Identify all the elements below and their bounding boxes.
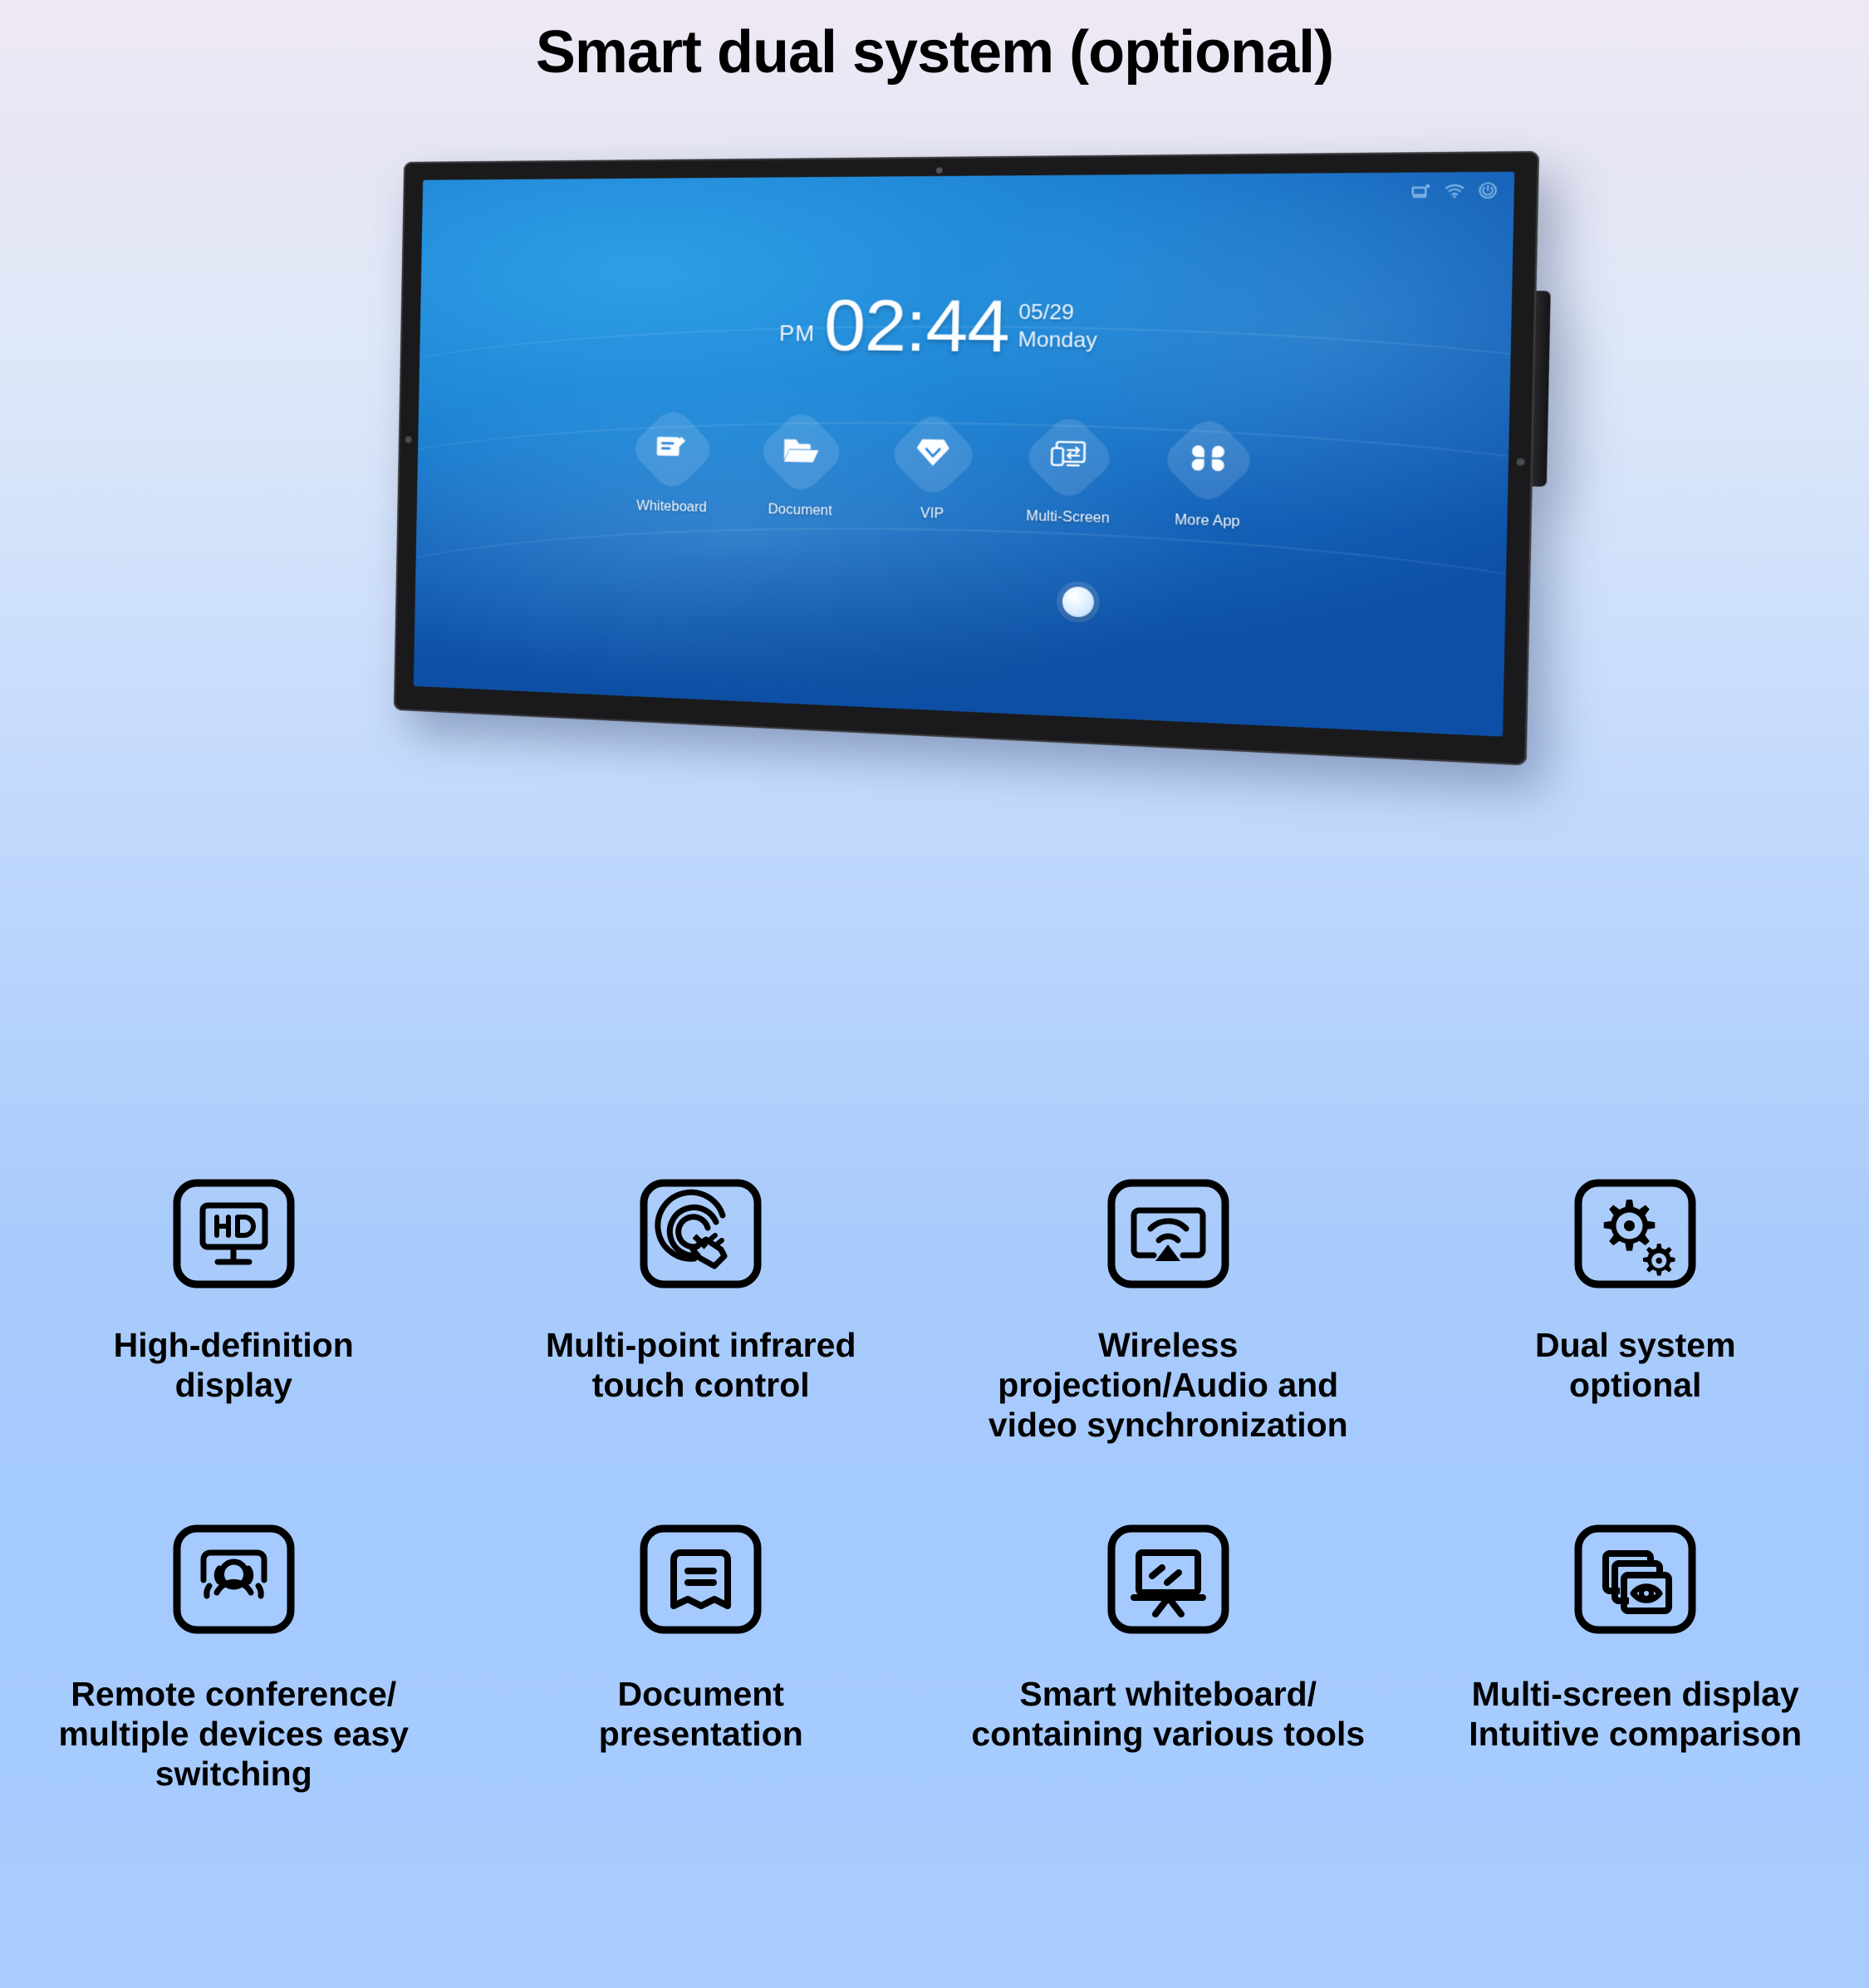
dock-app-document[interactable]: Document xyxy=(755,406,848,519)
dock-app-label: Multi-Screen xyxy=(1026,508,1110,527)
touch-gesture-icon xyxy=(635,1163,768,1304)
feature-wireless-projection: Wireless projection/Audio and video synchr… xyxy=(934,1163,1402,1446)
feature-caption: Smart whiteboard/containing various tool… xyxy=(971,1674,1366,1753)
multi-screen-icon xyxy=(1049,439,1089,476)
wireless-cast-icon xyxy=(1101,1163,1234,1304)
interactive-flat-panel: PM 02:44 05/29 Monday Whiteboard Documen… xyxy=(393,150,1540,766)
feature-smart-whiteboard: Smart whiteboard/containing various tool… xyxy=(934,1509,1402,1794)
dock-app-label: More App xyxy=(1174,513,1240,530)
feature-caption: Dual system optional xyxy=(1534,1326,1736,1404)
feature-caption: Multi-point infrared touch control xyxy=(545,1326,856,1404)
app-tile[interactable] xyxy=(1020,410,1118,504)
clock-weekday: Monday xyxy=(1018,327,1098,352)
dock-app-more[interactable]: More App xyxy=(1158,413,1259,531)
feature-row-1: High-definition display Multi-point infra… xyxy=(0,1163,1869,1446)
feature-document-presentation: Document presentation xyxy=(468,1509,935,1794)
power-icon[interactable] xyxy=(1478,181,1499,199)
hd-display-icon xyxy=(167,1163,300,1304)
feature-grid: High-definition display Multi-point infra… xyxy=(0,1163,1869,1794)
status-bar xyxy=(1410,181,1499,200)
feature-row-2: Remote conference/multiple devices easy s… xyxy=(0,1509,1869,1794)
dock-app-label: Whiteboard xyxy=(636,498,707,516)
feature-dual-system: Dual system optional xyxy=(1402,1163,1869,1446)
dock-app-vip[interactable]: VIP xyxy=(885,408,981,523)
device-screen: PM 02:44 05/29 Monday Whiteboard Documen… xyxy=(413,171,1515,737)
dock-app-multi-screen[interactable]: Multi-Screen xyxy=(1020,410,1118,528)
feature-hd-display: High-definition display xyxy=(0,1163,468,1446)
feature-caption: Wireless projection/Audio and video synchr… xyxy=(988,1326,1348,1444)
page-root: Smart dual system (optional) PM 02:44 05… xyxy=(0,0,1869,1988)
document-icon xyxy=(635,1509,768,1650)
app-tile[interactable] xyxy=(885,408,981,501)
app-tile[interactable] xyxy=(1158,413,1259,508)
feature-caption: Remote conference/multiple devices easy s… xyxy=(58,1674,410,1793)
multi-screen-eye-icon xyxy=(1569,1509,1702,1650)
clock-time: 02:44 xyxy=(823,283,1010,368)
left-sensor-dot-icon xyxy=(405,436,412,444)
clock-date-block: 05/29 Monday xyxy=(1018,299,1098,361)
dock-app-label: VIP xyxy=(920,506,944,522)
clock-ampm: PM xyxy=(778,320,816,347)
folder-icon xyxy=(782,434,820,469)
diamond-icon xyxy=(915,436,951,473)
dock-app-label: Document xyxy=(768,502,833,519)
conference-people-icon xyxy=(167,1509,300,1650)
feature-caption: High-definition display xyxy=(113,1326,354,1404)
whiteboard-easel-icon xyxy=(1101,1509,1234,1650)
more-app-icon xyxy=(1189,439,1228,481)
gears-icon xyxy=(1569,1163,1702,1304)
feature-touch-control: Multi-point infrared touch control xyxy=(468,1163,935,1446)
cast-icon[interactable] xyxy=(1410,183,1432,199)
app-tile[interactable] xyxy=(755,406,848,498)
wifi-icon[interactable] xyxy=(1444,182,1466,199)
clock-widget: PM 02:44 05/29 Monday xyxy=(419,283,1512,368)
whiteboard-icon xyxy=(655,432,690,466)
feature-caption: Document presentation xyxy=(598,1674,803,1753)
dock-app-whiteboard[interactable]: Whiteboard xyxy=(627,404,718,517)
device-illustration: PM 02:44 05/29 Monday Whiteboard Documen… xyxy=(393,150,1540,766)
feature-caption: Multi-screen display Intuitive comparison xyxy=(1469,1674,1803,1753)
app-tile[interactable] xyxy=(627,404,718,494)
feature-multi-screen-display: Multi-screen display Intuitive comparison xyxy=(1402,1509,1869,1794)
feature-remote-conference: Remote conference/multiple devices easy s… xyxy=(0,1509,468,1794)
clock-date: 05/29 xyxy=(1018,300,1075,325)
page-title: Smart dual system (optional) xyxy=(535,19,1334,86)
